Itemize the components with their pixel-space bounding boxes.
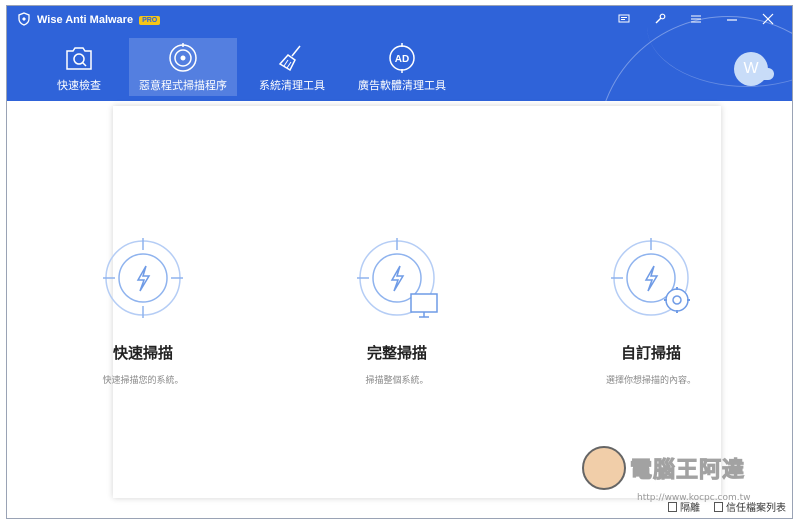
full-scan-icon [355,236,439,320]
tab-system-cleaner[interactable]: 系統清理工具 [245,38,339,96]
tab-label: 系統清理工具 [259,79,325,92]
quick-scan-icon [101,236,185,320]
header: Wise Anti Malware PRO 快速檢查 惡意程式掃描程序 系統清理… [7,6,792,101]
tab-label: 惡意程式掃描程序 [139,79,227,92]
watermark: 電腦王阿達 [582,446,745,490]
status-bar: 隔離 信任檔案列表 [668,499,786,514]
full-scan-card[interactable]: 完整掃描 掃描整個系統。 [297,236,497,386]
trust-list-link[interactable]: 信任檔案列表 [714,499,786,514]
scan-panel: 快速掃描 快速掃描您的系統。 完整掃描 掃描整個系統。 自訂掃描 選擇你想掃描的… [102,106,721,498]
camera-scan-icon [63,41,95,75]
watermark-text: 電腦王阿達 [629,458,746,484]
scan-title: 自訂掃描 [620,344,681,362]
quarantine-link[interactable]: 隔離 [668,499,700,514]
minimize-icon[interactable] [722,11,742,27]
close-icon[interactable] [758,11,778,27]
app-title: Wise Anti Malware [37,14,134,26]
svg-text:AD: AD [395,54,409,65]
scan-desc: 選擇你想掃描的內容。 [605,376,696,386]
tab-adware-cleaner[interactable]: AD 廣告軟體清理工具 [347,38,457,96]
scan-title: 快速掃描 [112,344,173,362]
custom-scan-icon [609,236,693,320]
tab-label: 廣告軟體清理工具 [358,79,446,92]
menu-icon[interactable] [686,11,706,27]
tab-quick-check[interactable]: 快速檢查 [37,38,121,96]
avatar-cloud-decoration [758,68,774,80]
main-nav: 快速檢查 惡意程式掃描程序 系統清理工具 AD 廣告軟體清理工具 [37,38,457,96]
tab-label: 快速檢查 [57,79,101,92]
broom-icon [276,41,308,75]
app-window: Wise Anti Malware PRO 快速檢查 惡意程式掃描程序 系統清理… [6,5,793,519]
pro-badge: PRO [139,15,161,25]
title-bar: Wise Anti Malware PRO [17,11,161,30]
scan-title: 完整掃描 [366,344,427,362]
target-scan-icon [167,41,199,75]
trust-list-label: 信任檔案列表 [726,503,786,514]
scan-desc: 掃描整個系統。 [365,376,429,386]
tab-malware-scan[interactable]: 惡意程式掃描程序 [129,38,237,96]
trust-list-icon [714,501,723,512]
scan-desc: 快速掃描您的系統。 [102,376,184,386]
ad-icon: AD [386,41,418,75]
custom-scan-card[interactable]: 自訂掃描 選擇你想掃描的內容。 [551,236,751,386]
quarantine-icon [668,501,677,512]
quick-scan-card[interactable]: 快速掃描 快速掃描您的系統。 [43,236,243,386]
feedback-icon[interactable] [614,11,634,27]
window-controls [614,11,778,27]
shield-logo-icon [17,11,31,30]
quarantine-label: 隔離 [680,503,700,514]
mascot-face-icon [582,446,626,490]
tools-icon[interactable] [650,11,670,27]
